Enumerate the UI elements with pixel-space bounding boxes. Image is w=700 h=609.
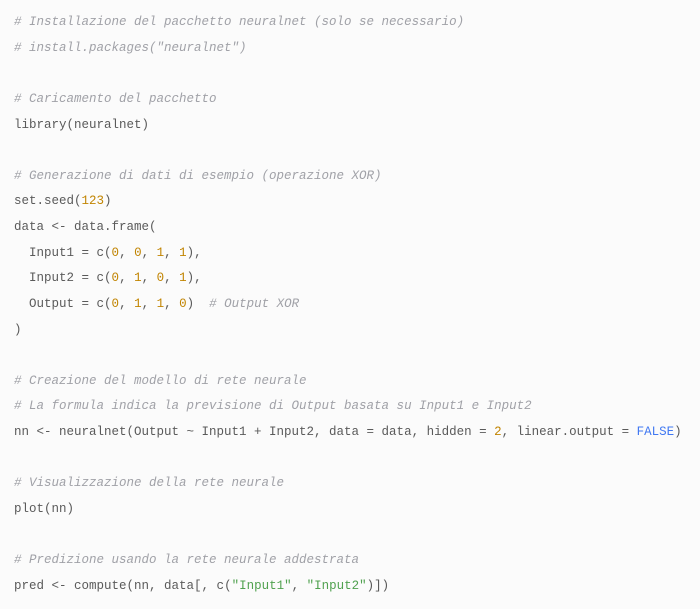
code-token: ) — [14, 323, 22, 337]
code-token: , — [119, 271, 134, 285]
code-token: pred <- compute(nn, data[, — [14, 579, 217, 593]
code-token: ( — [104, 246, 112, 260]
code-token: c — [97, 246, 105, 260]
code-token: "Input1" — [232, 579, 292, 593]
code-token: # install.packages("neuralnet") — [14, 41, 247, 55]
code-token: 0 — [112, 297, 120, 311]
code-token: , — [142, 271, 157, 285]
code-token: 0 — [134, 246, 142, 260]
code-token: ), — [187, 271, 202, 285]
code-token: ( — [224, 579, 232, 593]
code-token: Output = — [14, 297, 97, 311]
code-token: # Generazione di dati di esempio (operaz… — [14, 169, 382, 183]
code-token: , — [164, 271, 179, 285]
code-token: FALSE — [637, 425, 675, 439]
code-token: 0 — [157, 271, 165, 285]
code-token: # La formula indica la previsione di Out… — [14, 399, 532, 413]
code-token: , — [119, 297, 134, 311]
code-token: Input2 = — [14, 271, 97, 285]
code-token: ) — [104, 194, 112, 208]
code-token: , — [164, 297, 179, 311]
code-token: , — [142, 246, 157, 260]
code-token: , — [292, 579, 307, 593]
code-token: , linear.output = — [502, 425, 637, 439]
code-block: # Installazione del pacchetto neuralnet … — [14, 10, 686, 599]
code-token: c — [97, 271, 105, 285]
code-token: 1 — [179, 271, 187, 285]
code-token: )]) — [367, 579, 390, 593]
code-token: ), — [187, 246, 202, 260]
code-token: Input1 = — [14, 246, 97, 260]
code-token: nn <- neuralnet(Output ~ Input1 + Input2… — [14, 425, 494, 439]
code-token: 0 — [112, 271, 120, 285]
code-token: 1 — [134, 271, 142, 285]
code-token: , — [119, 246, 134, 260]
code-token: , — [142, 297, 157, 311]
code-token: "Input2" — [307, 579, 367, 593]
code-token: # Caricamento del pacchetto — [14, 92, 217, 106]
code-token: ) — [187, 297, 210, 311]
code-token: c — [217, 579, 225, 593]
code-token: set.seed( — [14, 194, 82, 208]
code-token: 1 — [179, 246, 187, 260]
code-token: # Visualizzazione della rete neurale — [14, 476, 284, 490]
code-token: 1 — [157, 297, 165, 311]
code-token: 1 — [157, 246, 165, 260]
code-token: plot(nn) — [14, 502, 74, 516]
code-token: # Output XOR — [209, 297, 299, 311]
code-token: # Predizione usando la rete neurale adde… — [14, 553, 359, 567]
code-token: # Installazione del pacchetto neuralnet … — [14, 15, 464, 29]
code-token: 123 — [82, 194, 105, 208]
code-token: 0 — [112, 246, 120, 260]
code-token: library(neuralnet) — [14, 118, 149, 132]
code-token: , — [164, 246, 179, 260]
code-token: 2 — [494, 425, 502, 439]
code-token: 1 — [134, 297, 142, 311]
code-token: ( — [104, 297, 112, 311]
code-token: 0 — [179, 297, 187, 311]
code-token: ) — [674, 425, 682, 439]
code-token: c — [97, 297, 105, 311]
code-token: ( — [104, 271, 112, 285]
code-token: data <- data.frame( — [14, 220, 157, 234]
code-token: # Creazione del modello di rete neurale — [14, 374, 307, 388]
